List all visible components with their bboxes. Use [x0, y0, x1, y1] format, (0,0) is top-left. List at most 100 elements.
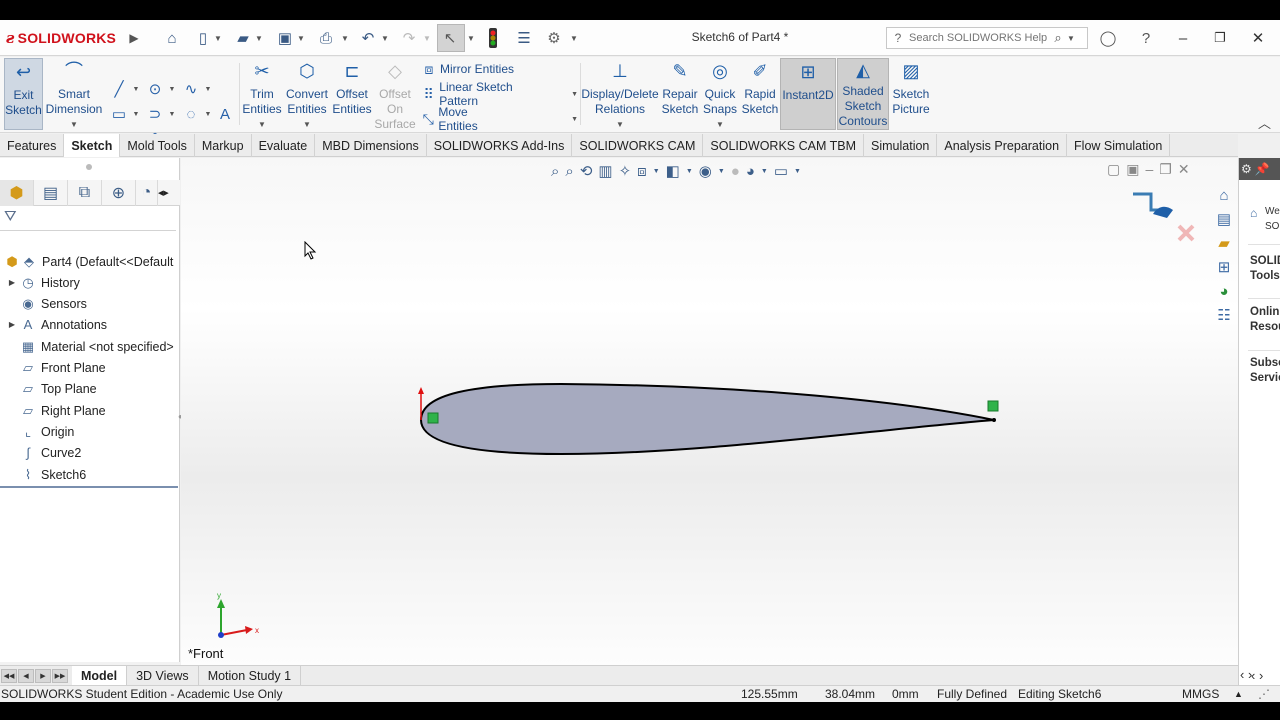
prev-tab-arrow-icon[interactable]: ◀ [18, 668, 34, 683]
rollback-bar[interactable] [0, 486, 178, 488]
tree-item-history[interactable]: ▶ ◷ History [0, 272, 180, 293]
filter-icon[interactable]: ⛛ [4, 208, 17, 225]
tree-root-part[interactable]: ⬢ ⬘ Part4 (Default<<Default [0, 251, 180, 272]
open-dropdown[interactable]: ▼ [255, 32, 263, 44]
tab-solidworks-cam[interactable]: SOLIDWORKS CAM [572, 134, 704, 157]
file-explorer-icon[interactable]: ▰ [1212, 232, 1236, 254]
view-palette-icon[interactable]: ⊞ [1212, 256, 1236, 278]
tab-model[interactable]: Model [72, 665, 128, 686]
offset-entities-button[interactable]: ⊏ Offset Entities [331, 59, 373, 117]
print-icon[interactable]: ⎙ [316, 28, 336, 48]
panel-tab-arrows[interactable]: ◀▶ [158, 180, 169, 205]
unit-system[interactable]: MMGS [1182, 687, 1219, 701]
offset-on-surface-button[interactable]: ◇ Offset On Surface [374, 59, 416, 132]
home-icon[interactable]: ⌂ [162, 28, 182, 48]
select-cursor-icon[interactable]: ↖ [440, 28, 460, 48]
expand-arrow-icon[interactable]: ▶ [6, 278, 18, 287]
smart-dimension-button[interactable]: ⌒ Smart Dimension ▼ [46, 59, 103, 132]
appearances-scenes-icon[interactable]: ◕ [1212, 280, 1236, 302]
first-tab-arrow-icon[interactable]: ◀◀ [1, 668, 17, 683]
spline-dropdown[interactable]: ▼ [204, 78, 212, 100]
feature-manager-tab-icon[interactable]: ⬢ [0, 180, 34, 206]
slot-tool[interactable]: ⊃ [140, 103, 170, 125]
tree-item-top-plane[interactable]: ▱ Top Plane [0, 378, 180, 399]
tab-mold-tools[interactable]: Mold Tools [120, 134, 195, 157]
tree-item-annotations[interactable]: ▶ A Annotations [0, 314, 180, 335]
configuration-manager-tab-icon[interactable]: ⧉ [68, 180, 102, 206]
redo-icon[interactable]: ↷ [399, 28, 419, 48]
minimize-button[interactable]: – [1168, 26, 1198, 50]
mirror-entities-button[interactable]: ⧈ Mirror Entities [418, 59, 578, 79]
rectangle-dropdown[interactable]: ▼ [132, 103, 140, 125]
save-icon[interactable]: ▣ [275, 28, 295, 48]
print-dropdown[interactable]: ▼ [341, 32, 349, 44]
tab-solidworks-addins[interactable]: SOLIDWORKS Add-Ins [427, 134, 573, 157]
tab-sketch[interactable]: Sketch [64, 134, 121, 157]
panel-grip[interactable] [86, 164, 92, 170]
expand-menu-icon[interactable]: ▶ [124, 28, 144, 48]
tab-simulation[interactable]: Simulation [864, 134, 938, 157]
tree-item-origin[interactable]: ⌞ Origin [0, 421, 180, 442]
snaps-dropdown-icon[interactable]: ▼ [716, 117, 724, 132]
rectangle-tool[interactable]: ▭ [104, 103, 134, 125]
graphics-area[interactable]: ⌕ ⌕ ⟲ ▥ ✧ ⧈ ▼ ◧ ▼ ◉ ▼ ● ◕ ▼ ▭ ▼ ▢ ▣ – ❐ … [181, 158, 1238, 665]
open-icon[interactable]: ▰ [233, 28, 253, 48]
display-delete-relations-button[interactable]: ⊥ Display/Delete Relations ▼ [581, 59, 658, 132]
convert-dropdown-icon[interactable]: ▼ [303, 117, 311, 132]
options-gear-icon[interactable]: ⚙ [544, 28, 564, 48]
rapid-sketch-button[interactable]: ✐ Rapid Sketch [740, 59, 780, 117]
property-manager-tab-icon[interactable]: ▤ [34, 180, 68, 206]
search-icon[interactable]: ⌕ [1049, 30, 1067, 46]
new-document-icon[interactable]: ▯ [193, 28, 213, 48]
next-tab-arrow-icon[interactable]: ▶ [35, 668, 51, 683]
bottom-nav-arrows-icon[interactable]: ‹ › [1240, 667, 1252, 682]
trailing-edge-point[interactable] [992, 418, 996, 422]
restore-button[interactable]: ❐ [1205, 26, 1235, 50]
sketch-picture-button[interactable]: ▨ Sketch Picture [890, 59, 932, 117]
convert-entities-button[interactable]: ⬡ Convert Entities ▼ [284, 59, 330, 132]
select-dropdown[interactable]: ▼ [467, 32, 475, 44]
status-bar-resize-icon[interactable]: ⋰ [1258, 687, 1270, 701]
trim-dropdown-icon[interactable]: ▼ [258, 117, 266, 132]
tree-item-front-plane[interactable]: ▱ Front Plane [0, 357, 180, 378]
tab-evaluate[interactable]: Evaluate [252, 134, 316, 157]
task-pane-options-icon[interactable]: ⚙ [1241, 162, 1252, 176]
task-pane-nav-arrows-icon[interactable]: ‹ › [1251, 668, 1263, 683]
move-entities-button[interactable]: ⤡ Move Entities ▼ [418, 105, 578, 133]
redo-dropdown[interactable]: ▼ [423, 32, 431, 44]
exit-sketch-button[interactable]: ↩ Exit Sketch [4, 58, 43, 130]
collapse-ribbon-icon[interactable]: ︿ [1258, 113, 1271, 132]
smart-dimension-dropdown-icon[interactable]: ▼ [70, 117, 78, 132]
airfoil-profile[interactable] [419, 382, 995, 456]
custom-properties-icon[interactable]: ☷ [1212, 304, 1236, 326]
linear-pattern-dropdown-icon[interactable]: ▼ [571, 91, 578, 98]
move-dropdown-icon[interactable]: ▼ [571, 116, 578, 123]
save-dropdown[interactable]: ▼ [297, 32, 305, 44]
options-dropdown[interactable]: ▼ [570, 32, 578, 44]
line-tool[interactable]: ╱ [104, 78, 134, 100]
line-dropdown[interactable]: ▼ [132, 78, 140, 100]
search-box[interactable]: ? ⌕ ▼ [886, 27, 1088, 49]
relations-dropdown-icon[interactable]: ▼ [616, 117, 624, 132]
trim-entities-button[interactable]: ✂ Trim Entities ▼ [241, 59, 283, 132]
instant2d-button[interactable]: ⊞ Instant2D [780, 58, 836, 130]
search-dropdown-icon[interactable]: ▼ [1067, 34, 1075, 43]
tab-motion-study-1[interactable]: Motion Study 1 [199, 665, 302, 686]
help-icon[interactable]: ? [1136, 28, 1156, 48]
arc-tool[interactable]: ◌ [176, 103, 206, 125]
undo-dropdown[interactable]: ▼ [381, 32, 389, 44]
tab-solidworks-cam-tbm[interactable]: SOLIDWORKS CAM TBM [703, 134, 865, 157]
tree-item-material[interactable]: ▦ Material <not specified> [0, 336, 180, 357]
text-tool[interactable]: A [210, 103, 240, 125]
circle-tool[interactable]: ⊙ [140, 78, 170, 100]
expand-arrow-icon[interactable]: ▶ [6, 320, 18, 329]
design-library-icon[interactable]: ▤ [1212, 208, 1236, 230]
solidworks-tools-link[interactable]: SOLID Tools [1250, 254, 1280, 284]
close-button[interactable]: ✕ [1243, 26, 1273, 50]
tab-features[interactable]: Features [0, 134, 65, 157]
tab-analysis-preparation[interactable]: Analysis Preparation [937, 134, 1068, 157]
repair-sketch-button[interactable]: ✎ Repair Sketch [660, 59, 700, 117]
linear-sketch-pattern-button[interactable]: ⠿ Linear Sketch Pattern ▼ [418, 80, 578, 108]
cancel-sketch-icon[interactable] [1177, 224, 1195, 242]
tree-item-curve2[interactable]: ∫ Curve2 [0, 442, 180, 463]
